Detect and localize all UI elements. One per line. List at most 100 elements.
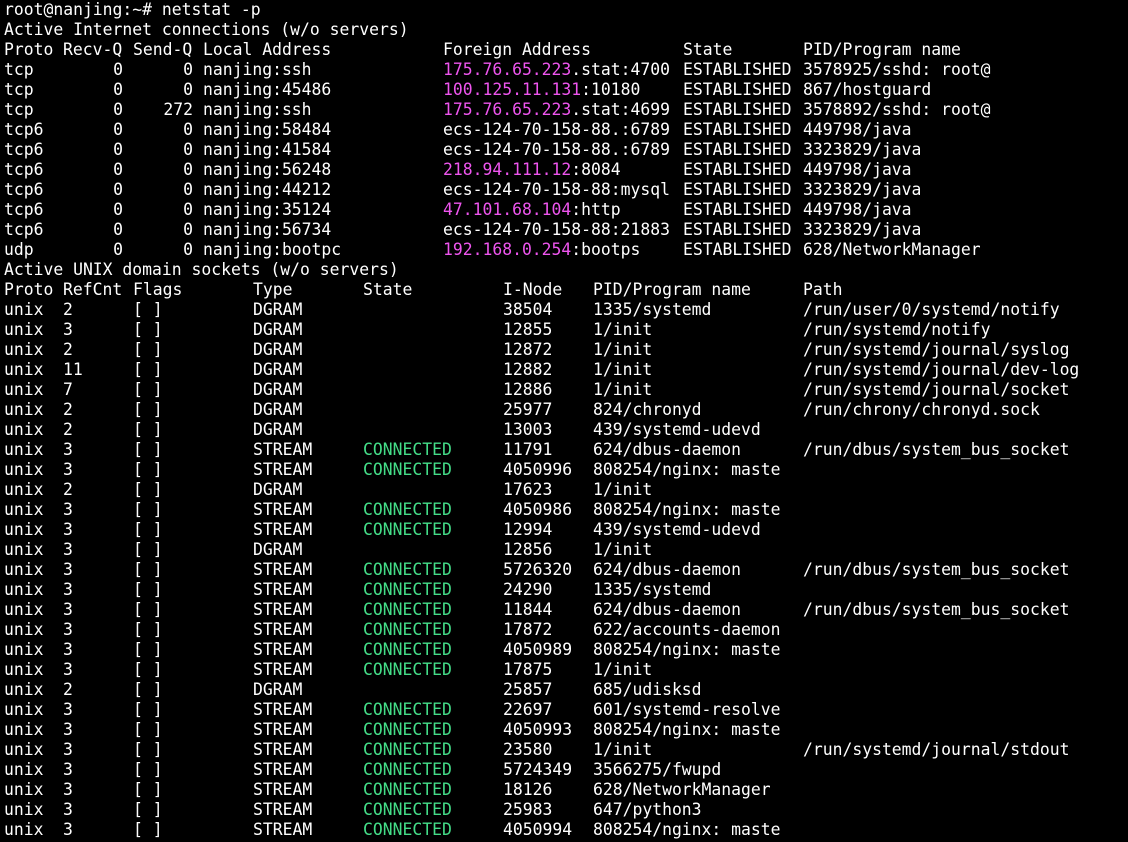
unix-socket-row: unix 3 [ ] DGRAM 12855 1/init/run/systemd/not… (4, 320, 1128, 340)
inet-foreign-suffix: ecs-124-70-158-88.:6789 (443, 120, 670, 139)
inet-local-address: nanjing:35124 (203, 200, 332, 219)
inet-connection-row: udp 0 0 nanjing:bootpc 192.168.0.254:bootps E… (4, 240, 1128, 260)
unix-flags: [ ] (133, 400, 163, 419)
unix-flags: [ ] (133, 660, 163, 679)
unix-proto: unix (4, 680, 44, 699)
unix-state: CONNECTED (363, 740, 452, 759)
inet-sendq: 272 (163, 100, 193, 119)
unix-refcnt: 11 (63, 360, 83, 379)
unix-proto: unix (4, 820, 44, 839)
inet-sendq: 0 (183, 140, 193, 159)
inet-local-address: nanjing:56734 (203, 220, 332, 239)
unix-state: CONNECTED (363, 720, 452, 739)
unix-inode: 11844 (503, 600, 553, 619)
inet-connection-row: tcp 0 0 nanjing:45486 100.125.11.131:10180 ES… (4, 80, 1128, 100)
unix-proto: unix (4, 740, 44, 759)
unix-state: CONNECTED (363, 660, 452, 679)
unix-type: DGRAM (253, 380, 303, 399)
unix-pid-program: 824/chronyd (593, 400, 702, 419)
inet-proto: tcp6 (4, 160, 44, 179)
unix-refcnt: 3 (63, 520, 73, 539)
unix-inode: 18126 (503, 780, 553, 799)
unix-inode: 25857 (503, 680, 553, 699)
unix-header-pid: PID/Program name (593, 280, 751, 299)
inet-connection-row: tcp 0 272 nanjing:ssh 175.76.65.223.stat:469… (4, 100, 1128, 120)
unix-type: STREAM (253, 820, 313, 839)
terminal-window[interactable]: root@nanjing:~# netstat -p Active Intern… (0, 0, 1128, 842)
inet-foreign-host: 192.168.0.254 (443, 240, 572, 259)
unix-pid-program: 808254/nginx: maste (593, 640, 781, 659)
unix-type: STREAM (253, 620, 313, 639)
unix-socket-row: unix 3 [ ] STREAM CONNECTED 23580 1/init/run/s… (4, 740, 1128, 760)
inet-foreign-suffix: ecs-124-70-158-88.:6789 (443, 140, 670, 159)
unix-flags: [ ] (133, 320, 163, 339)
inet-foreign-address: 192.168.0.254:bootps (443, 240, 640, 260)
unix-inode: 4050994 (503, 820, 573, 839)
unix-type: DGRAM (253, 300, 303, 319)
unix-type: STREAM (253, 760, 313, 779)
unix-flags: [ ] (133, 420, 163, 439)
unix-refcnt: 2 (63, 680, 73, 699)
inet-recvq: 0 (113, 220, 123, 239)
unix-proto: unix (4, 460, 44, 479)
unix-inode: 12882 (503, 360, 553, 379)
unix-pid-program: 1/init (593, 340, 653, 359)
unix-header-state: State (363, 280, 413, 299)
inet-proto: tcp (4, 80, 34, 99)
inet-foreign-address: 218.94.111.12:8084 (443, 160, 621, 180)
unix-state: CONNECTED (363, 700, 452, 719)
inet-proto: tcp6 (4, 180, 44, 199)
unix-path: /run/systemd/journal/socket (803, 380, 1070, 399)
unix-type: DGRAM (253, 680, 303, 699)
unix-state: CONNECTED (363, 620, 452, 639)
inet-proto: tcp6 (4, 140, 44, 159)
unix-inode: 4050996 (503, 460, 573, 479)
inet-foreign-host: 218.94.111.12 (443, 160, 572, 179)
unix-flags: [ ] (133, 780, 163, 799)
unix-refcnt: 3 (63, 700, 73, 719)
unix-pid-program: 1/init (593, 360, 653, 379)
inet-connection-row: tcp 0 0 nanjing:ssh 175.76.65.223.stat:4700 E… (4, 60, 1128, 80)
inet-state: ESTABLISHED (683, 80, 792, 99)
unix-path: /run/systemd/notify (803, 320, 991, 339)
unix-type: STREAM (253, 460, 313, 479)
unix-socket-row: unix 2 [ ] DGRAM 13003 439/systemd-udevd (4, 420, 1128, 440)
unix-type: STREAM (253, 440, 313, 459)
unix-socket-row: unix 3 [ ] STREAM CONNECTED 24290 1335/systemd (4, 580, 1128, 600)
unix-state: CONNECTED (363, 580, 452, 599)
unix-flags: [ ] (133, 800, 163, 819)
inet-connection-row: tcp6 0 0 nanjing:35124 47.101.68.104:http EST… (4, 200, 1128, 220)
inet-foreign-suffix: :bootps (571, 240, 641, 259)
unix-inode: 11791 (503, 440, 553, 459)
unix-type: STREAM (253, 660, 313, 679)
inet-foreign-suffix: :http (571, 200, 621, 219)
unix-pid-program: 1335/systemd (593, 580, 712, 599)
unix-state: CONNECTED (363, 460, 452, 479)
unix-pid-program: 622/accounts-daemon (593, 620, 781, 639)
unix-refcnt: 3 (63, 560, 73, 579)
unix-header-row: Proto RefCnt Flags Type State I-Node PID… (4, 280, 1128, 300)
inet-sendq: 0 (183, 240, 193, 259)
unix-pid-program: 647/python3 (593, 800, 702, 819)
unix-pid-program: 3566275/fwupd (593, 760, 722, 779)
unix-refcnt: 2 (63, 400, 73, 419)
unix-proto: unix (4, 400, 44, 419)
unix-socket-row: unix 3 [ ] STREAM CONNECTED 17875 1/init (4, 660, 1128, 680)
inet-connection-row: tcp6 0 0 nanjing:56248 218.94.111.12:8084 EST… (4, 160, 1128, 180)
unix-flags: [ ] (133, 740, 163, 759)
unix-pid-program: 439/systemd-udevd (593, 420, 761, 439)
unix-state: CONNECTED (363, 780, 452, 799)
unix-refcnt: 2 (63, 480, 73, 499)
unix-proto: unix (4, 340, 44, 359)
inet-header-recvq: Recv-Q (63, 40, 123, 59)
unix-proto: unix (4, 620, 44, 639)
inet-state: ESTABLISHED (683, 100, 792, 119)
inet-foreign-suffix: .stat:4699 (571, 100, 670, 119)
unix-flags: [ ] (133, 620, 163, 639)
unix-proto: unix (4, 500, 44, 519)
unix-socket-row: unix 3 [ ] STREAM CONNECTED 4050996 808254/ngi… (4, 460, 1128, 480)
unix-refcnt: 3 (63, 660, 73, 679)
inet-foreign-host: 175.76.65.223 (443, 100, 572, 119)
unix-state: CONNECTED (363, 560, 452, 579)
unix-refcnt: 3 (63, 780, 73, 799)
